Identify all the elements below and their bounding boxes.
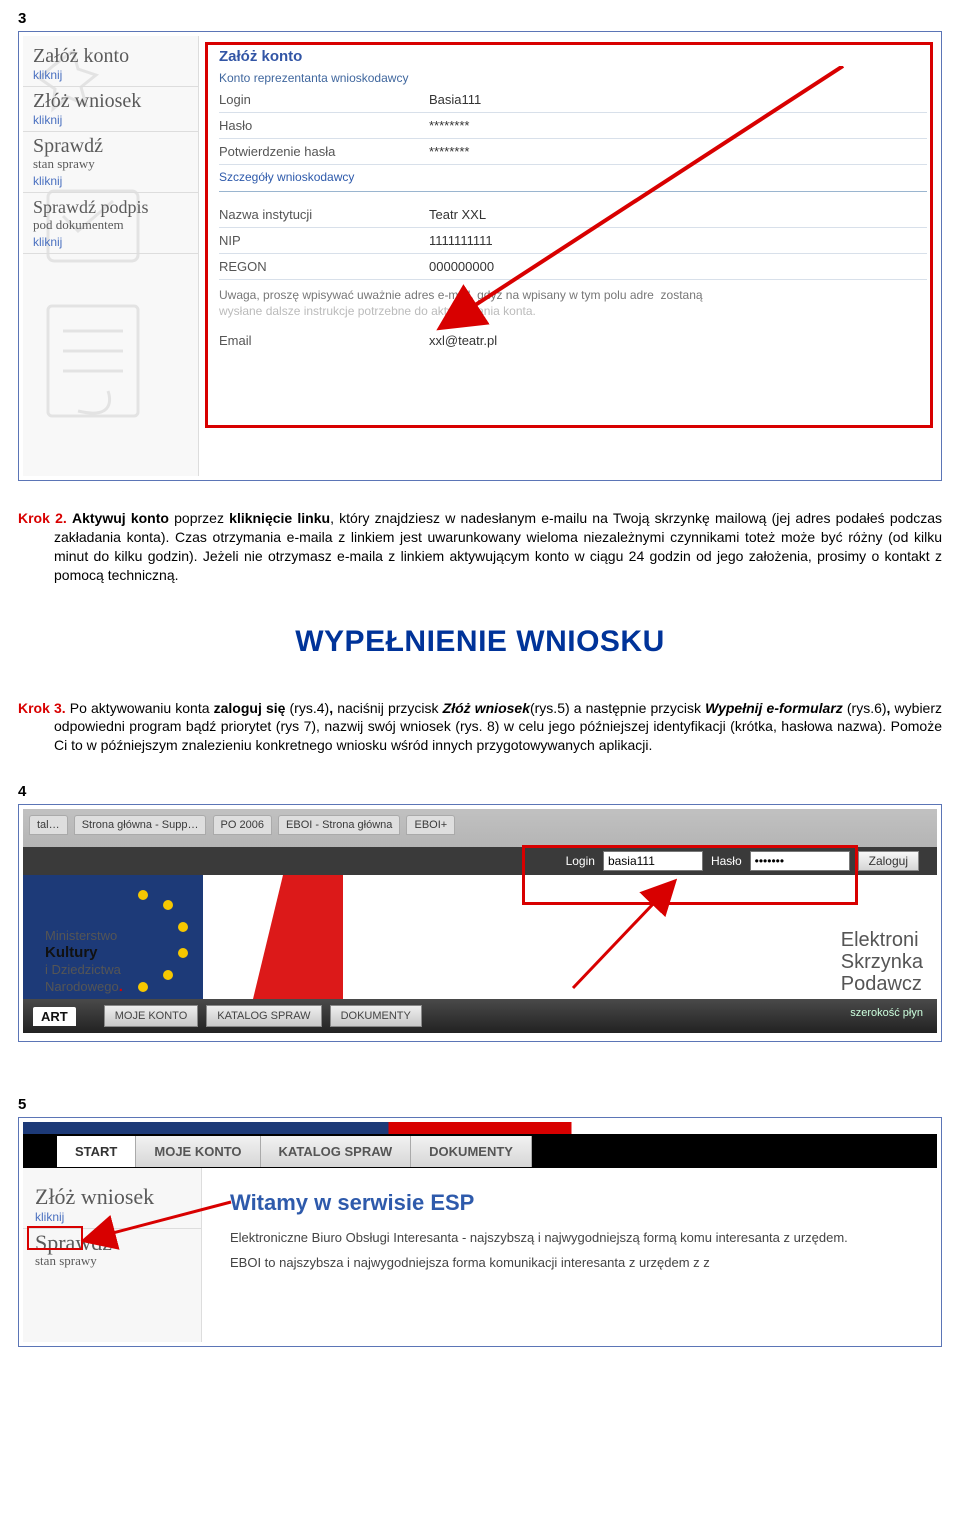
sidebar-item-sprawdz[interactable]: Sprawdź stan sprawy xyxy=(23,1229,201,1273)
browser-tab[interactable]: Strona główna - Supp… xyxy=(74,815,207,835)
browser-tabs: tal… Strona główna - Supp… PO 2006 EBOI … xyxy=(29,815,458,835)
row-haslo: Hasło ******** xyxy=(219,113,927,139)
tab-art[interactable]: ART xyxy=(33,1007,76,1026)
menu-katalog-spraw[interactable]: KATALOG SPRAW xyxy=(206,1005,321,1027)
email-value[interactable]: xxl@teatr.pl xyxy=(429,333,497,348)
welcome-text-2: EBOI to najszybsza i najwygodniejsza for… xyxy=(230,1255,921,1270)
haslo-label: Hasło xyxy=(711,854,742,868)
regon-label: REGON xyxy=(219,259,429,274)
tab-start[interactable]: START xyxy=(57,1136,136,1167)
row-subheading-2: Szczegóły wnioskodawcy xyxy=(219,165,927,192)
figure-5-box: START MOJE KONTO KATALOG SPRAW DOKUMENTY… xyxy=(18,1117,942,1347)
regon-value[interactable]: 000000000 xyxy=(429,259,494,274)
browser-tab[interactable]: EBOI - Strona główna xyxy=(278,815,400,835)
form-heading: Załóż konto xyxy=(219,48,927,65)
sidebar-item-sprawdz-podpis[interactable]: Sprawdź podpis pod dokumentem kliknij xyxy=(23,193,198,254)
row-email: Email xxl@teatr.pl xyxy=(219,328,927,353)
header-stripe xyxy=(23,1122,937,1134)
sidebar-item-zloz-wniosek[interactable]: Złóż wniosek kliknij xyxy=(23,1180,201,1229)
menu-moje-konto[interactable]: MOJE KONTO xyxy=(104,1005,199,1027)
krok-2-paragraph: Krok 2. Aktywuj konto poprzez kliknięcie… xyxy=(54,509,942,585)
form-subheading: Konto reprezentanta wnioskodawcy xyxy=(219,71,927,85)
haslo-value[interactable]: ******** xyxy=(429,118,469,133)
row-regon: REGON 000000000 xyxy=(219,254,927,280)
krok-3-label: Krok 3. xyxy=(18,700,66,716)
sidebar-item-sub: stan sprawy xyxy=(35,1253,191,1269)
menu-dokumenty[interactable]: DOKUMENTY xyxy=(330,1005,422,1027)
sidebar-item-link[interactable]: kliknij xyxy=(35,1210,191,1224)
nip-label: NIP xyxy=(219,233,429,248)
sidebar-item-zloz-wniosek[interactable]: Złóż wniosek kliknij xyxy=(23,87,198,132)
welcome-text-1: Elektroniczne Biuro Obsługi Interesanta … xyxy=(230,1230,921,1245)
screenshot-5: START MOJE KONTO KATALOG SPRAW DOKUMENTY… xyxy=(23,1122,937,1342)
section-heading: WYPEŁNIENIE WNIOSKU xyxy=(18,625,942,659)
sidebar-item-title: Złóż wniosek xyxy=(35,1184,191,1210)
login-label: Login xyxy=(219,92,429,107)
haslo-input[interactable] xyxy=(750,851,850,871)
sidebar-item-title: Sprawdź xyxy=(33,136,188,156)
tab-katalog-spraw[interactable]: KATALOG SPRAW xyxy=(261,1136,412,1167)
potw-value[interactable]: ******** xyxy=(429,144,469,159)
ss5-body: Złóż wniosek kliknij Sprawdź stan sprawy… xyxy=(23,1168,937,1342)
row-login: Login Basia111 xyxy=(219,87,927,113)
screenshot-3: Załóż konto kliknij Złóż wniosek kliknij… xyxy=(23,36,937,476)
email-warning-1: Uwaga, proszę wpisywać uważnie adres e-m… xyxy=(219,288,927,302)
browser-tab[interactable]: PO 2006 xyxy=(213,815,272,835)
figure-4-box: tal… Strona główna - Supp… PO 2006 EBOI … xyxy=(18,804,942,1042)
row-instytucja: Nazwa instytucji Teatr XXL xyxy=(219,202,927,228)
haslo-label: Hasło xyxy=(219,118,429,133)
ss3-sidebar: Załóż konto kliknij Złóż wniosek kliknij… xyxy=(23,36,199,476)
sidebar-item-sprawdz-stan[interactable]: Sprawdź stan sprawy kliknij xyxy=(23,132,198,193)
sidebar-item-link[interactable]: kliknij xyxy=(33,68,188,82)
tab-moje-konto[interactable]: MOJE KONTO xyxy=(136,1136,260,1167)
inst-value[interactable]: Teatr XXL xyxy=(429,207,486,222)
ss3-form: Załóż konto Konto reprezentanta wnioskod… xyxy=(199,36,937,476)
sidebar-item-link[interactable]: kliknij xyxy=(33,235,188,249)
sidebar-item-sub: stan sprawy xyxy=(33,156,188,172)
figure-label-4: 4 xyxy=(18,783,942,800)
sidebar-item-sub: pod dokumentem xyxy=(33,217,188,233)
login-bar: Login Hasło Zaloguj xyxy=(23,847,937,875)
szerokosc-label[interactable]: szerokość płyn xyxy=(850,1007,923,1019)
krok-2-label: Krok 2. xyxy=(18,510,67,526)
tab-bar: START MOJE KONTO KATALOG SPRAW DOKUMENTY xyxy=(23,1134,937,1168)
header-banner: Ministerstwo Kultury i Dziedzictwa Narod… xyxy=(23,875,937,999)
figure-label-5: 5 xyxy=(18,1096,942,1113)
ss5-main: Witamy w serwisie ESP Elektroniczne Biur… xyxy=(202,1168,937,1342)
sidebar-item-title: Załóż konto xyxy=(33,46,188,66)
sidebar-item-title: Sprawdź podpis xyxy=(33,197,188,217)
login-input[interactable] xyxy=(603,851,703,871)
row-nip: NIP 1111111111 xyxy=(219,228,927,254)
welcome-heading: Witamy w serwisie ESP xyxy=(230,1190,921,1216)
main-menu-bar: ART MOJE KONTO KATALOG SPRAW DOKUMENTY xyxy=(23,999,937,1033)
krok-3-paragraph: Krok 3. Po aktywowaniu konta zaloguj się… xyxy=(54,699,942,756)
browser-tab[interactable]: tal… xyxy=(29,815,68,835)
header-right-text: Elektroni Skrzynka Podawcz xyxy=(841,929,923,995)
zaloguj-button[interactable]: Zaloguj xyxy=(858,851,919,871)
ministry-logo: Ministerstwo Kultury i Dziedzictwa Narod… xyxy=(45,927,123,995)
screenshot-4: tal… Strona główna - Supp… PO 2006 EBOI … xyxy=(23,809,937,1037)
row-potw: Potwierdzenie hasła ******** xyxy=(219,139,927,165)
email-warning-2: wysłane dalsze instrukcje potrzebne do a… xyxy=(219,304,927,318)
login-label: Login xyxy=(566,854,595,868)
sidebar-item-title: Złóż wniosek xyxy=(33,91,188,111)
sidebar-item-link[interactable]: kliknij xyxy=(33,113,188,127)
potw-label: Potwierdzenie hasła xyxy=(219,144,429,159)
nip-value[interactable]: 1111111111 xyxy=(429,233,493,248)
form-subheading-2: Szczegóły wnioskodawcy xyxy=(219,170,354,184)
figure-3-box: Załóż konto kliknij Złóż wniosek kliknij… xyxy=(18,31,942,481)
figure-label-3: 3 xyxy=(18,10,942,27)
sidebar-item-link[interactable]: kliknij xyxy=(33,174,188,188)
email-label: Email xyxy=(219,333,429,348)
tab-dokumenty[interactable]: DOKUMENTY xyxy=(411,1136,532,1167)
browser-tab[interactable]: EBOI+ xyxy=(406,815,455,835)
ss5-sidebar: Złóż wniosek kliknij Sprawdź stan sprawy xyxy=(23,1168,202,1342)
sidebar-item-title: Sprawdź xyxy=(35,1233,191,1253)
sidebar-item-zaloz-konto[interactable]: Załóż konto kliknij xyxy=(23,42,198,87)
inst-label: Nazwa instytucji xyxy=(219,207,429,222)
login-value[interactable]: Basia111 xyxy=(429,92,481,107)
